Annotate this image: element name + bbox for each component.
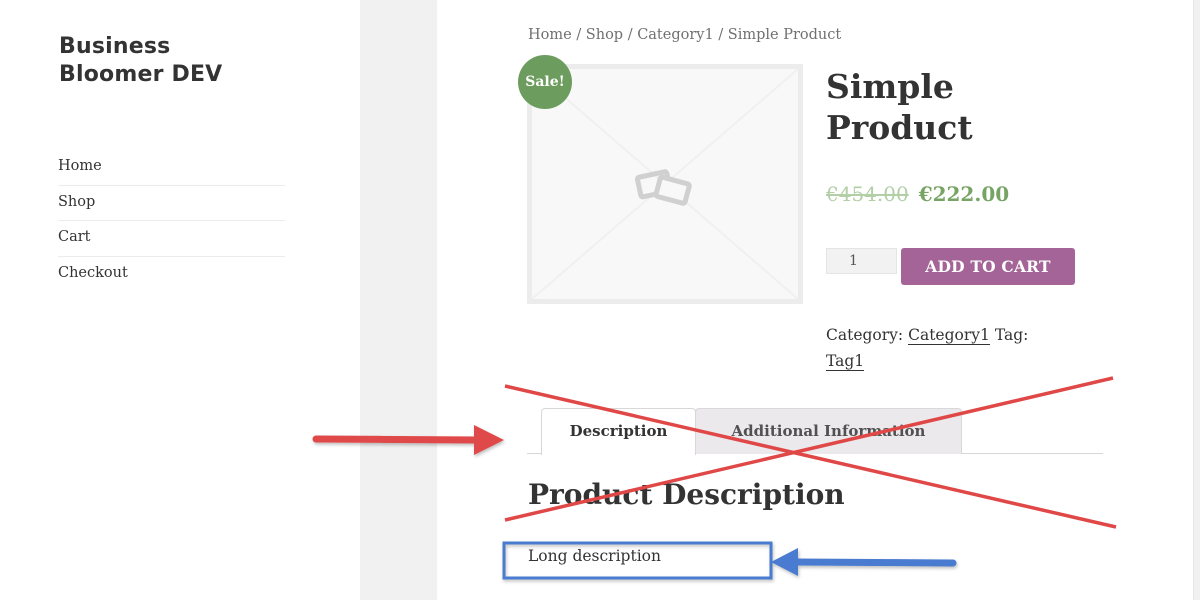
product-image[interactable]: [527, 64, 803, 304]
menu-item-home[interactable]: Home: [58, 150, 285, 186]
site-title-line2[interactable]: Bloomer DEV: [59, 61, 222, 89]
site-title[interactable]: Business Bloomer DEV: [59, 33, 222, 89]
description-heading: Product Description: [528, 478, 845, 511]
tag-label: Tag:: [994, 326, 1029, 344]
regular-price: €454.00: [826, 182, 909, 206]
sale-price: €222.00: [918, 182, 1010, 206]
product-title-line2: Product: [826, 108, 973, 147]
menu-item-checkout[interactable]: Checkout: [58, 257, 285, 293]
menu-item-cart[interactable]: Cart: [58, 221, 285, 257]
sidebar: Business Bloomer DEV Home Shop Cart Chec…: [0, 0, 360, 600]
site-title-line1[interactable]: Business: [59, 33, 222, 61]
menu-item-shop[interactable]: Shop: [58, 186, 285, 221]
category-link[interactable]: Category1: [908, 326, 990, 345]
long-description: Long description: [528, 547, 661, 565]
product-price: €454.00 €222.00: [826, 182, 1009, 206]
tag-link[interactable]: Tag1: [826, 352, 865, 371]
image-placeholder-icon: [532, 69, 798, 299]
category-label: Category:: [826, 326, 904, 344]
quantity-input[interactable]: [826, 248, 897, 274]
main-menu: Home Shop Cart Checkout: [58, 150, 285, 292]
breadcrumb[interactable]: Home / Shop / Category1 / Simple Product: [528, 27, 841, 43]
product-title-line1: Simple: [826, 67, 954, 106]
blue-arrow-icon: [771, 548, 957, 576]
scrollbar-track[interactable]: [1193, 0, 1200, 600]
add-to-cart-button[interactable]: ADD TO CART: [901, 248, 1075, 285]
product-title: Simple Product: [826, 66, 973, 148]
sale-badge: Sale!: [518, 55, 572, 109]
product-meta: Category: Category1 Tag: Tag1: [826, 322, 1086, 374]
page-gutter: [360, 0, 437, 600]
tab-description[interactable]: Description: [541, 408, 696, 455]
tab-additional-information[interactable]: Additional Information: [695, 408, 962, 454]
